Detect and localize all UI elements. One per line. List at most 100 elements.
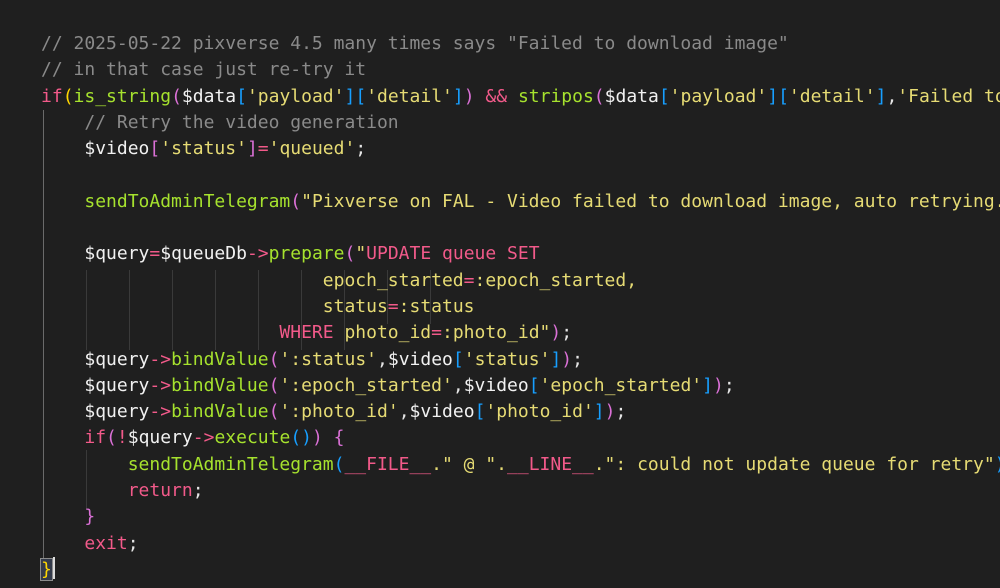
code-line-2: // in that case just re-try it [41, 57, 1000, 83]
variable: $query [127, 427, 193, 449]
string: ':epoch_started' [279, 374, 453, 396]
string: ':photo_id' [279, 401, 399, 423]
semicolon: ; [723, 374, 735, 396]
bracket: ] [246, 138, 258, 160]
keyword-if: if [84, 427, 107, 449]
semicolon: ; [561, 322, 573, 344]
paren: ( [290, 190, 302, 212]
paren: ( [62, 85, 74, 107]
operator: = [387, 295, 399, 317]
bracket: ] [344, 85, 356, 107]
semicolon: ; [572, 348, 583, 370]
string: 'detail' [788, 85, 876, 107]
comma: , [377, 348, 388, 370]
bracket: ] [875, 85, 887, 107]
function-name: bindValue [171, 374, 269, 396]
variable: $video [463, 374, 529, 396]
bracket: [ [658, 85, 670, 107]
string: 'payload' [669, 85, 768, 107]
code-line-18: return; [41, 478, 1000, 504]
function-name: sendToAdminTelegram [127, 453, 334, 475]
variable: $video [84, 138, 150, 160]
brace: } [40, 557, 53, 581]
brace: { [322, 427, 345, 449]
operator: -> [149, 401, 172, 423]
semicolon: ; [127, 532, 139, 554]
bracket: [ [236, 85, 247, 107]
function-name: bindValue [171, 401, 269, 423]
constant: __FILE__ [344, 453, 432, 475]
variable: $video [409, 401, 475, 423]
bracket: [ [778, 85, 789, 107]
paren: ) [463, 85, 475, 107]
function-name: is_string [73, 85, 172, 107]
operator: -> [246, 243, 269, 265]
variable: $data [181, 85, 237, 107]
code-line-14: $query->bindValue(':epoch_started',$vide… [41, 373, 1000, 399]
string: 'detail' [366, 85, 453, 107]
operator: = [257, 138, 269, 160]
string: ." @ ". [431, 453, 508, 475]
comma: , [398, 401, 410, 423]
operator: -> [149, 374, 172, 396]
code-line-13: $query->bindValue(':status',$video['stat… [41, 347, 1000, 373]
string: 'Failed to [897, 85, 1000, 107]
code-text[interactable]: // 2025-05-22 pixverse 4.5 many times sa… [40, 31, 1000, 583]
bracket: ] [593, 401, 605, 423]
string: 'photo_id' [485, 401, 594, 423]
code-line-10: epoch_started=:epoch_started, [41, 268, 1000, 294]
bracket: [ [452, 348, 464, 370]
variable: $data [604, 85, 659, 107]
function-name: stripos [517, 85, 594, 107]
operator: = [149, 243, 161, 265]
semicolon: ; [615, 401, 627, 423]
string: " [355, 243, 367, 265]
comment: // in that case just re-try it [41, 59, 367, 81]
code-line-5: $video['status']='queued'; [41, 136, 1000, 162]
keyword-exit: exit [84, 532, 128, 554]
paren: ( [106, 427, 117, 449]
paren: ) [561, 348, 573, 370]
code-line-4: // Retry the video generation [41, 110, 1000, 136]
bracket: ] [702, 374, 713, 396]
bracket: ] [767, 85, 779, 107]
bracket: ] [452, 85, 464, 107]
variable: $query [84, 374, 150, 396]
variable: $video [387, 348, 453, 370]
string: .": could not update queue for retry" [593, 453, 995, 475]
variable: $query [84, 348, 150, 370]
paren: ( [171, 85, 182, 107]
string: " [539, 322, 551, 344]
code-line-17: sendToAdminTelegram(__FILE__." @ ".__LIN… [41, 452, 1000, 478]
variable: $queueDb [160, 243, 247, 265]
constant: __LINE__ [507, 453, 594, 475]
paren: ) [604, 401, 616, 423]
paren: ( [333, 453, 345, 475]
paren: ) [312, 427, 323, 449]
comma: , [452, 374, 464, 396]
keyword-return: return [127, 480, 193, 502]
brace: } [84, 506, 96, 528]
bracket: [ [355, 85, 367, 107]
bracket: ] [550, 348, 562, 370]
string: 'queued' [268, 138, 356, 160]
paren: ) [550, 322, 562, 344]
string: 'status' [463, 348, 551, 370]
code-line-16: if(!$query->execute()) { [41, 425, 1000, 451]
paren: ( [593, 85, 605, 107]
function-name: sendToAdminTelegram [84, 190, 291, 212]
sql-keyword: UPDATE queue SET [366, 243, 540, 265]
operator: ! [116, 427, 128, 449]
code-editor[interactable]: // 2025-05-22 pixverse 4.5 many times sa… [0, 0, 1000, 588]
comment: // Retry the video generation [84, 111, 399, 133]
code-line-20: exit; [41, 531, 1000, 557]
paren: ( [268, 401, 280, 423]
sql-param: :photo_id [442, 322, 540, 344]
paren: ) [995, 454, 1000, 475]
operator: -> [149, 348, 172, 370]
operator: -> [192, 427, 215, 449]
string: 'epoch_started' [539, 374, 703, 396]
sql-column: status [322, 295, 388, 317]
